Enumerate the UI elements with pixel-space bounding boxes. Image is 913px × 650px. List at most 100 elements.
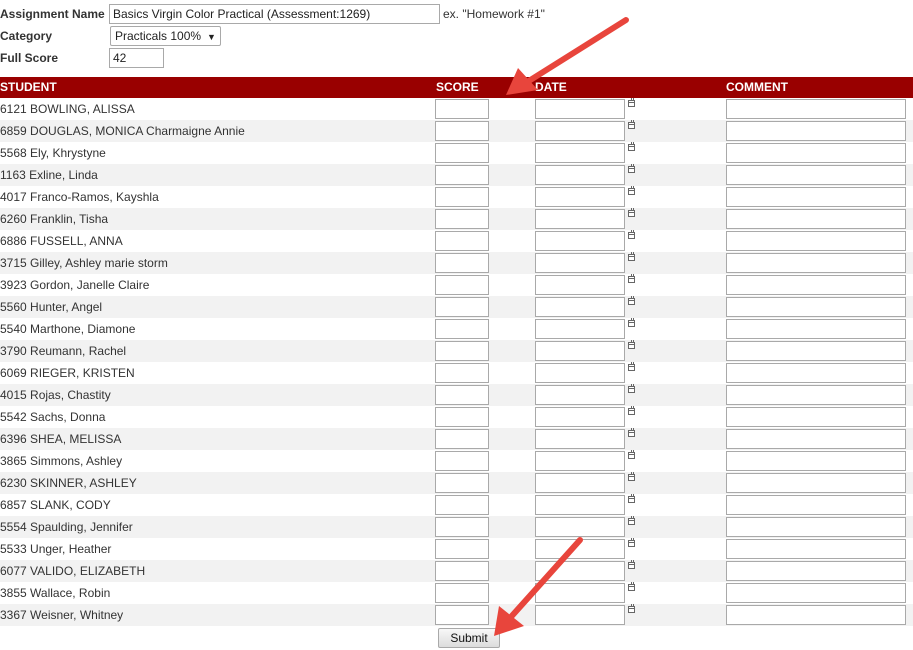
date-input[interactable] (535, 407, 625, 427)
score-input[interactable] (435, 363, 489, 383)
date-input[interactable] (535, 187, 625, 207)
comment-input[interactable] (726, 187, 906, 207)
calendar-icon[interactable] (628, 450, 635, 459)
comment-input[interactable] (726, 319, 906, 339)
score-input[interactable] (435, 121, 489, 141)
calendar-icon[interactable] (628, 340, 635, 349)
comment-input[interactable] (726, 297, 906, 317)
calendar-icon[interactable] (628, 98, 635, 107)
calendar-icon[interactable] (628, 604, 635, 613)
comment-input[interactable] (726, 495, 906, 515)
date-input[interactable] (535, 539, 625, 559)
comment-input[interactable] (726, 517, 906, 537)
score-input[interactable] (435, 605, 489, 625)
date-input[interactable] (535, 561, 625, 581)
score-input[interactable] (435, 341, 489, 361)
comment-input[interactable] (726, 275, 906, 295)
calendar-icon[interactable] (628, 274, 635, 283)
full-score-input[interactable]: 42 (109, 48, 164, 68)
score-input[interactable] (435, 385, 489, 405)
date-input[interactable] (535, 143, 625, 163)
calendar-icon[interactable] (628, 318, 635, 327)
score-input[interactable] (435, 319, 489, 339)
score-input[interactable] (435, 209, 489, 229)
date-input[interactable] (535, 473, 625, 493)
date-input[interactable] (535, 429, 625, 449)
date-input[interactable] (535, 495, 625, 515)
assignment-name-input[interactable]: Basics Virgin Color Practical (Assessmen… (109, 4, 440, 24)
comment-input[interactable] (726, 429, 906, 449)
score-input[interactable] (435, 143, 489, 163)
comment-input[interactable] (726, 363, 906, 383)
calendar-icon[interactable] (628, 582, 635, 591)
date-input[interactable] (535, 275, 625, 295)
date-input[interactable] (535, 341, 625, 361)
comment-input[interactable] (726, 253, 906, 273)
comment-input[interactable] (726, 605, 906, 625)
comment-input[interactable] (726, 385, 906, 405)
score-input[interactable] (435, 429, 489, 449)
score-input[interactable] (435, 539, 489, 559)
date-input[interactable] (535, 385, 625, 405)
score-input[interactable] (435, 473, 489, 493)
calendar-icon[interactable] (628, 362, 635, 371)
comment-input[interactable] (726, 583, 906, 603)
calendar-icon[interactable] (628, 472, 635, 481)
score-input[interactable] (435, 407, 489, 427)
calendar-icon[interactable] (628, 296, 635, 305)
date-input[interactable] (535, 363, 625, 383)
date-input[interactable] (535, 165, 625, 185)
comment-input[interactable] (726, 407, 906, 427)
calendar-icon[interactable] (628, 142, 635, 151)
score-input[interactable] (435, 517, 489, 537)
date-input[interactable] (535, 517, 625, 537)
score-input[interactable] (435, 297, 489, 317)
comment-input[interactable] (726, 99, 906, 119)
date-input[interactable] (535, 121, 625, 141)
comment-input[interactable] (726, 231, 906, 251)
comment-input[interactable] (726, 451, 906, 471)
calendar-icon[interactable] (628, 120, 635, 129)
date-input[interactable] (535, 583, 625, 603)
score-input[interactable] (435, 165, 489, 185)
comment-input[interactable] (726, 209, 906, 229)
calendar-icon[interactable] (628, 538, 635, 547)
calendar-icon[interactable] (628, 230, 635, 239)
date-input[interactable] (535, 209, 625, 229)
comment-input[interactable] (726, 539, 906, 559)
submit-button[interactable]: Submit (438, 628, 500, 648)
date-input[interactable] (535, 231, 625, 251)
comment-input[interactable] (726, 473, 906, 493)
date-input[interactable] (535, 253, 625, 273)
score-input[interactable] (435, 253, 489, 273)
calendar-icon[interactable] (628, 252, 635, 261)
calendar-icon[interactable] (628, 516, 635, 525)
score-input[interactable] (435, 583, 489, 603)
date-input[interactable] (535, 319, 625, 339)
score-input[interactable] (435, 451, 489, 471)
score-input[interactable] (435, 99, 489, 119)
calendar-icon[interactable] (628, 406, 635, 415)
calendar-icon[interactable] (628, 208, 635, 217)
comment-input[interactable] (726, 561, 906, 581)
date-input[interactable] (535, 99, 625, 119)
date-input[interactable] (535, 605, 625, 625)
date-input[interactable] (535, 451, 625, 471)
calendar-icon[interactable] (628, 560, 635, 569)
score-input[interactable] (435, 231, 489, 251)
score-input[interactable] (435, 561, 489, 581)
category-select[interactable]: Practicals 100% ▼ (110, 26, 221, 46)
score-input[interactable] (435, 275, 489, 295)
date-input[interactable] (535, 297, 625, 317)
calendar-icon[interactable] (628, 164, 635, 173)
comment-input[interactable] (726, 121, 906, 141)
calendar-icon[interactable] (628, 186, 635, 195)
calendar-icon[interactable] (628, 494, 635, 503)
calendar-icon[interactable] (628, 384, 635, 393)
comment-input[interactable] (726, 143, 906, 163)
calendar-icon[interactable] (628, 428, 635, 437)
score-input[interactable] (435, 187, 489, 207)
comment-input[interactable] (726, 341, 906, 361)
comment-input[interactable] (726, 165, 906, 185)
score-input[interactable] (435, 495, 489, 515)
